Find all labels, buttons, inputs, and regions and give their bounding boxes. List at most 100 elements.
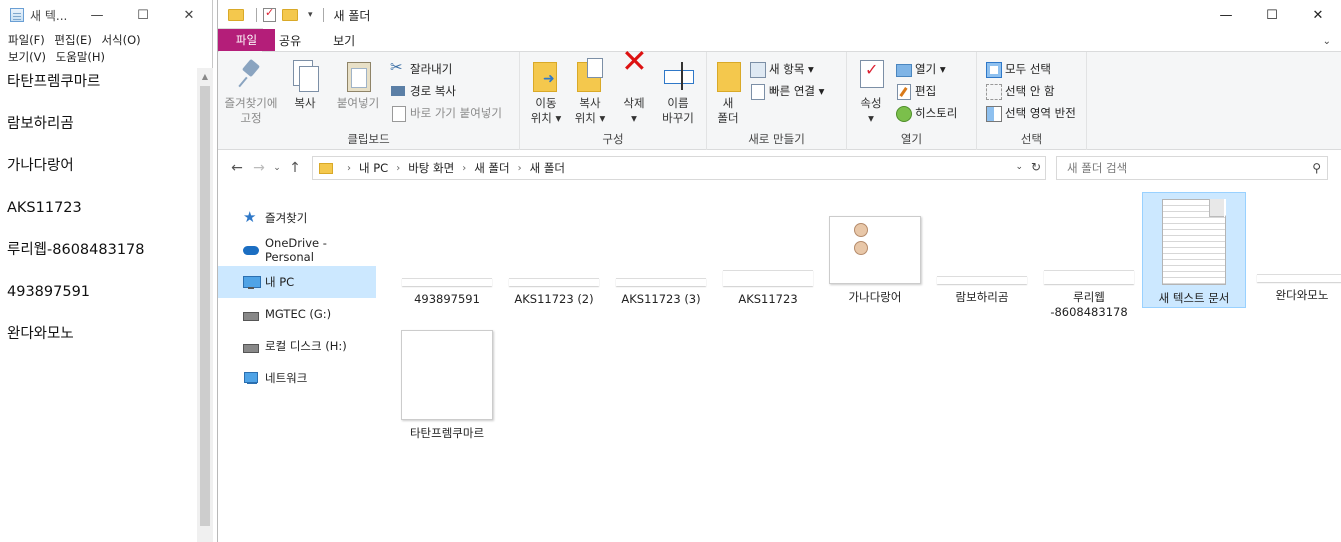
maximize-icon[interactable]: ☐ bbox=[1249, 0, 1295, 30]
address-bar[interactable]: › 내 PC › 바탕 화면 › 새 폴더 › 새 폴더 ⌄ ↻ bbox=[312, 156, 1046, 180]
nav-item-drive-g[interactable]: MGTEC (G:) bbox=[218, 298, 376, 330]
scroll-up-icon[interactable]: ▲ bbox=[197, 68, 213, 84]
nav-item-drive-h[interactable]: 로컬 디스크 (H:) bbox=[218, 330, 376, 362]
refresh-icon[interactable]: ↻ bbox=[1031, 160, 1041, 174]
group-clipboard: 즐겨찾기에 고정 복사 붙여넣기 잘라내기 경로 복사 바로 가기 붙여넣기 클… bbox=[218, 52, 520, 150]
new-item-button[interactable]: 새 항목 ▾ bbox=[749, 58, 824, 80]
recent-locations-icon[interactable]: ⌄ bbox=[270, 163, 284, 173]
notepad-menubar: 파일(F) 편집(E) 서식(O) 보기(V) 도움말(H) bbox=[0, 30, 212, 68]
history-icon bbox=[895, 105, 912, 122]
rename-icon bbox=[663, 58, 694, 92]
group-label: 클립보드 bbox=[347, 132, 390, 146]
nav-item-quick-access[interactable]: 즐겨찾기 bbox=[218, 202, 376, 234]
chevron-down-icon[interactable]: ⌄ bbox=[1323, 36, 1331, 47]
breadcrumb-desktop[interactable]: 바탕 화면 bbox=[408, 160, 454, 176]
minimize-icon[interactable]: — bbox=[1203, 0, 1249, 30]
file-item[interactable]: AKS11723 (3) bbox=[609, 278, 713, 307]
open-icon bbox=[895, 61, 912, 77]
search-icon[interactable]: ⚲ bbox=[1312, 161, 1321, 175]
menu-help[interactable]: 도움말(H) bbox=[56, 50, 105, 64]
close-icon[interactable]: ✕ bbox=[166, 0, 212, 30]
tab-file[interactable]: 파일 bbox=[218, 29, 275, 51]
file-item[interactable]: 루리웹 -8608483178 bbox=[1037, 270, 1141, 320]
file-thumbnail bbox=[723, 270, 813, 286]
scroll-thumb[interactable] bbox=[200, 86, 210, 526]
text-line: 493897591 bbox=[7, 284, 91, 300]
select-none-icon bbox=[985, 83, 1002, 100]
notepad-scrollbar[interactable]: ▲ bbox=[197, 68, 213, 542]
open-button[interactable]: 열기 ▾ bbox=[895, 58, 957, 80]
search-input[interactable] bbox=[1067, 161, 1287, 175]
nav-item-my-pc[interactable]: 내 PC bbox=[218, 266, 376, 298]
breadcrumb-new-folder-current[interactable]: 새 폴더 bbox=[530, 160, 565, 176]
search-box[interactable]: ⚲ bbox=[1056, 156, 1328, 180]
edit-button[interactable]: 편집 bbox=[895, 80, 957, 102]
properties-icon[interactable] bbox=[263, 6, 276, 22]
file-thumbnail bbox=[509, 278, 599, 286]
new-folder-icon[interactable] bbox=[282, 9, 298, 21]
file-item-selected[interactable]: 새 텍스트 문서 bbox=[1142, 192, 1246, 308]
select-none-button[interactable]: 선택 안 함 bbox=[985, 80, 1076, 102]
menu-view[interactable]: 보기(V) bbox=[8, 50, 46, 64]
file-item[interactable]: 타탄프렘쿠마르 bbox=[395, 330, 499, 441]
up-arrow-icon[interactable]: ↑ bbox=[284, 160, 306, 176]
chevron-down-icon[interactable]: ⌄ bbox=[1015, 162, 1023, 172]
menu-format[interactable]: 서식(O) bbox=[101, 33, 140, 47]
file-item[interactable]: 가나다랑어 bbox=[823, 216, 927, 305]
file-item[interactable]: AKS11723 bbox=[716, 270, 820, 307]
copy-to-icon bbox=[575, 58, 605, 92]
file-item[interactable]: 람보하리곰 bbox=[930, 276, 1034, 305]
chevron-right-icon[interactable]: › bbox=[396, 163, 400, 174]
forward-arrow-icon[interactable]: → bbox=[248, 160, 270, 176]
file-thumbnail bbox=[1257, 274, 1341, 282]
file-thumbnail bbox=[616, 278, 706, 286]
menu-file[interactable]: 파일(F) bbox=[8, 33, 45, 47]
group-label: 선택 bbox=[1020, 132, 1043, 146]
chevron-right-icon[interactable]: › bbox=[518, 163, 522, 174]
notepad-text-area[interactable]: 타탄프렘쿠마르 람보하리곰 가나다랑어 AKS11723 루리웹-8608483… bbox=[0, 68, 197, 542]
file-item[interactable]: 493897591 bbox=[395, 278, 499, 307]
copy-path-button[interactable]: 경로 복사 bbox=[390, 80, 502, 102]
invert-selection-button[interactable]: 선택 영역 반전 bbox=[985, 102, 1076, 124]
text-line: 가나다랑어 bbox=[7, 158, 74, 174]
nav-item-onedrive[interactable]: OneDrive - Personal bbox=[218, 234, 376, 266]
cut-button[interactable]: 잘라내기 bbox=[390, 58, 502, 80]
easy-access-button[interactable]: 빠른 연결 ▾ bbox=[749, 80, 824, 102]
delete-icon bbox=[619, 54, 649, 92]
text-line: 루리웹-8608483178 bbox=[7, 242, 145, 258]
notepad-icon bbox=[10, 8, 24, 22]
menu-edit[interactable]: 편집(E) bbox=[54, 33, 91, 47]
minimize-icon[interactable]: — bbox=[74, 0, 120, 30]
file-thumbnail bbox=[402, 278, 492, 286]
breadcrumb-my-pc[interactable]: 내 PC bbox=[359, 160, 388, 176]
explorer-titlebar: ▾ 새 폴더 — ☐ ✕ bbox=[218, 0, 1341, 30]
history-button[interactable]: 히스토리 bbox=[895, 102, 957, 124]
maximize-icon[interactable]: ☐ bbox=[120, 0, 166, 30]
notepad-titlebar: 새 텍... — ☐ ✕ bbox=[0, 0, 212, 30]
tab-view[interactable]: 보기 bbox=[317, 29, 371, 51]
file-explorer-window: ▾ 새 폴더 — ☐ ✕ 파일 홈 공유 보기 ⌄ 즐겨찾기에 고정 복사 붙여… bbox=[217, 0, 1341, 542]
chevron-right-icon[interactable]: › bbox=[462, 163, 466, 174]
breadcrumb-new-folder[interactable]: 새 폴더 bbox=[474, 160, 509, 176]
group-organize: 이동 위치 ▾ 복사 위치 ▾ 삭제 ▾ 이름 바꾸기 구성 bbox=[520, 52, 707, 150]
select-all-button[interactable]: 모두 선택 bbox=[985, 58, 1076, 80]
file-list[interactable]: 493897591 AKS11723 (2) AKS11723 (3) AKS1… bbox=[378, 186, 1341, 542]
clipboard-icon bbox=[343, 58, 373, 92]
star-icon bbox=[243, 208, 259, 226]
new-item-icon bbox=[749, 61, 766, 78]
file-thumbnail bbox=[937, 276, 1027, 284]
properties-icon bbox=[856, 58, 886, 92]
paste-shortcut-button[interactable]: 바로 가기 붙여넣기 bbox=[390, 102, 502, 124]
back-arrow-icon[interactable]: ← bbox=[226, 160, 248, 176]
file-item[interactable]: 완다와모노 bbox=[1250, 274, 1341, 303]
move-to-icon bbox=[531, 58, 561, 92]
select-all-icon bbox=[985, 61, 1002, 78]
group-label: 새로 만들기 bbox=[748, 132, 805, 146]
nav-item-network[interactable]: 네트워크 bbox=[218, 362, 376, 394]
file-item[interactable]: AKS11723 (2) bbox=[502, 278, 606, 307]
text-line: 완다와모노 bbox=[7, 326, 74, 342]
new-folder-icon bbox=[713, 58, 743, 92]
group-label: 구성 bbox=[602, 132, 624, 146]
close-icon[interactable]: ✕ bbox=[1295, 0, 1341, 30]
customize-toolbar-icon[interactable]: ▾ bbox=[308, 10, 313, 20]
